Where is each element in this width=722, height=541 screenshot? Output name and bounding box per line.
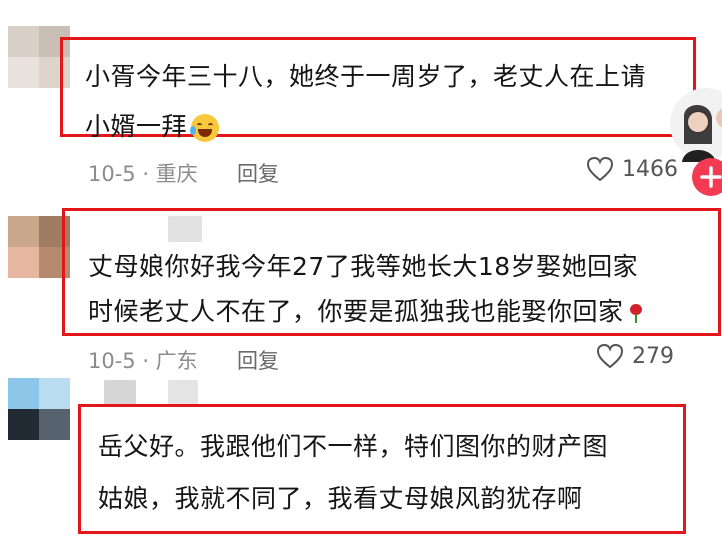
rose-emoji — [628, 304, 644, 323]
avatar[interactable] — [8, 378, 70, 440]
avatar[interactable] — [8, 216, 70, 278]
username-blurred — [104, 380, 136, 406]
like-count: 279 — [632, 343, 674, 369]
like-button[interactable]: 1466 — [586, 156, 678, 182]
comment-text-line: 丈母娘你好我今年27了我等她长大18岁娶她回家 — [88, 252, 639, 281]
comment-text-line: 姑娘，我就不同了，我看丈母娘风韵犹存啊 — [98, 484, 583, 513]
comment-2: 丈母娘你好我今年27了我等她长大18岁娶她回家 时候老丈人不在了，你要是孤独我也… — [0, 200, 722, 373]
comment-text-line: 岳父好。我跟他们不一样，特们图你的财产图 — [98, 432, 609, 461]
comment-meta: 10-5 · 重庆 — [88, 162, 198, 186]
username-blurred — [168, 380, 198, 406]
comment-3: 岳父好。我跟他们不一样，特们图你的财产图 姑娘，我就不同了，我看丈母娘风韵犹存啊 — [0, 370, 722, 541]
plus-icon — [700, 166, 722, 188]
follow-button[interactable] — [692, 158, 722, 196]
reply-button[interactable]: 回复 — [237, 158, 279, 188]
comment-text-line: 小胥今年三十八，她终于一周岁了，老丈人在上请 — [85, 62, 647, 91]
comment-text-line: 时候老丈人不在了，你要是孤独我也能娶你回家 — [88, 297, 644, 327]
like-button[interactable]: 279 — [596, 343, 674, 369]
comment-text-line: 小婿一拜 — [85, 112, 220, 142]
heart-icon — [596, 343, 624, 369]
comment-1: 小胥今年三十八，她终于一周岁了，老丈人在上请 小婿一拜 10-5 · 重庆 回复… — [0, 0, 722, 200]
heart-icon — [586, 156, 614, 182]
highlight-box — [78, 404, 686, 534]
smile-tear-emoji — [190, 114, 220, 142]
